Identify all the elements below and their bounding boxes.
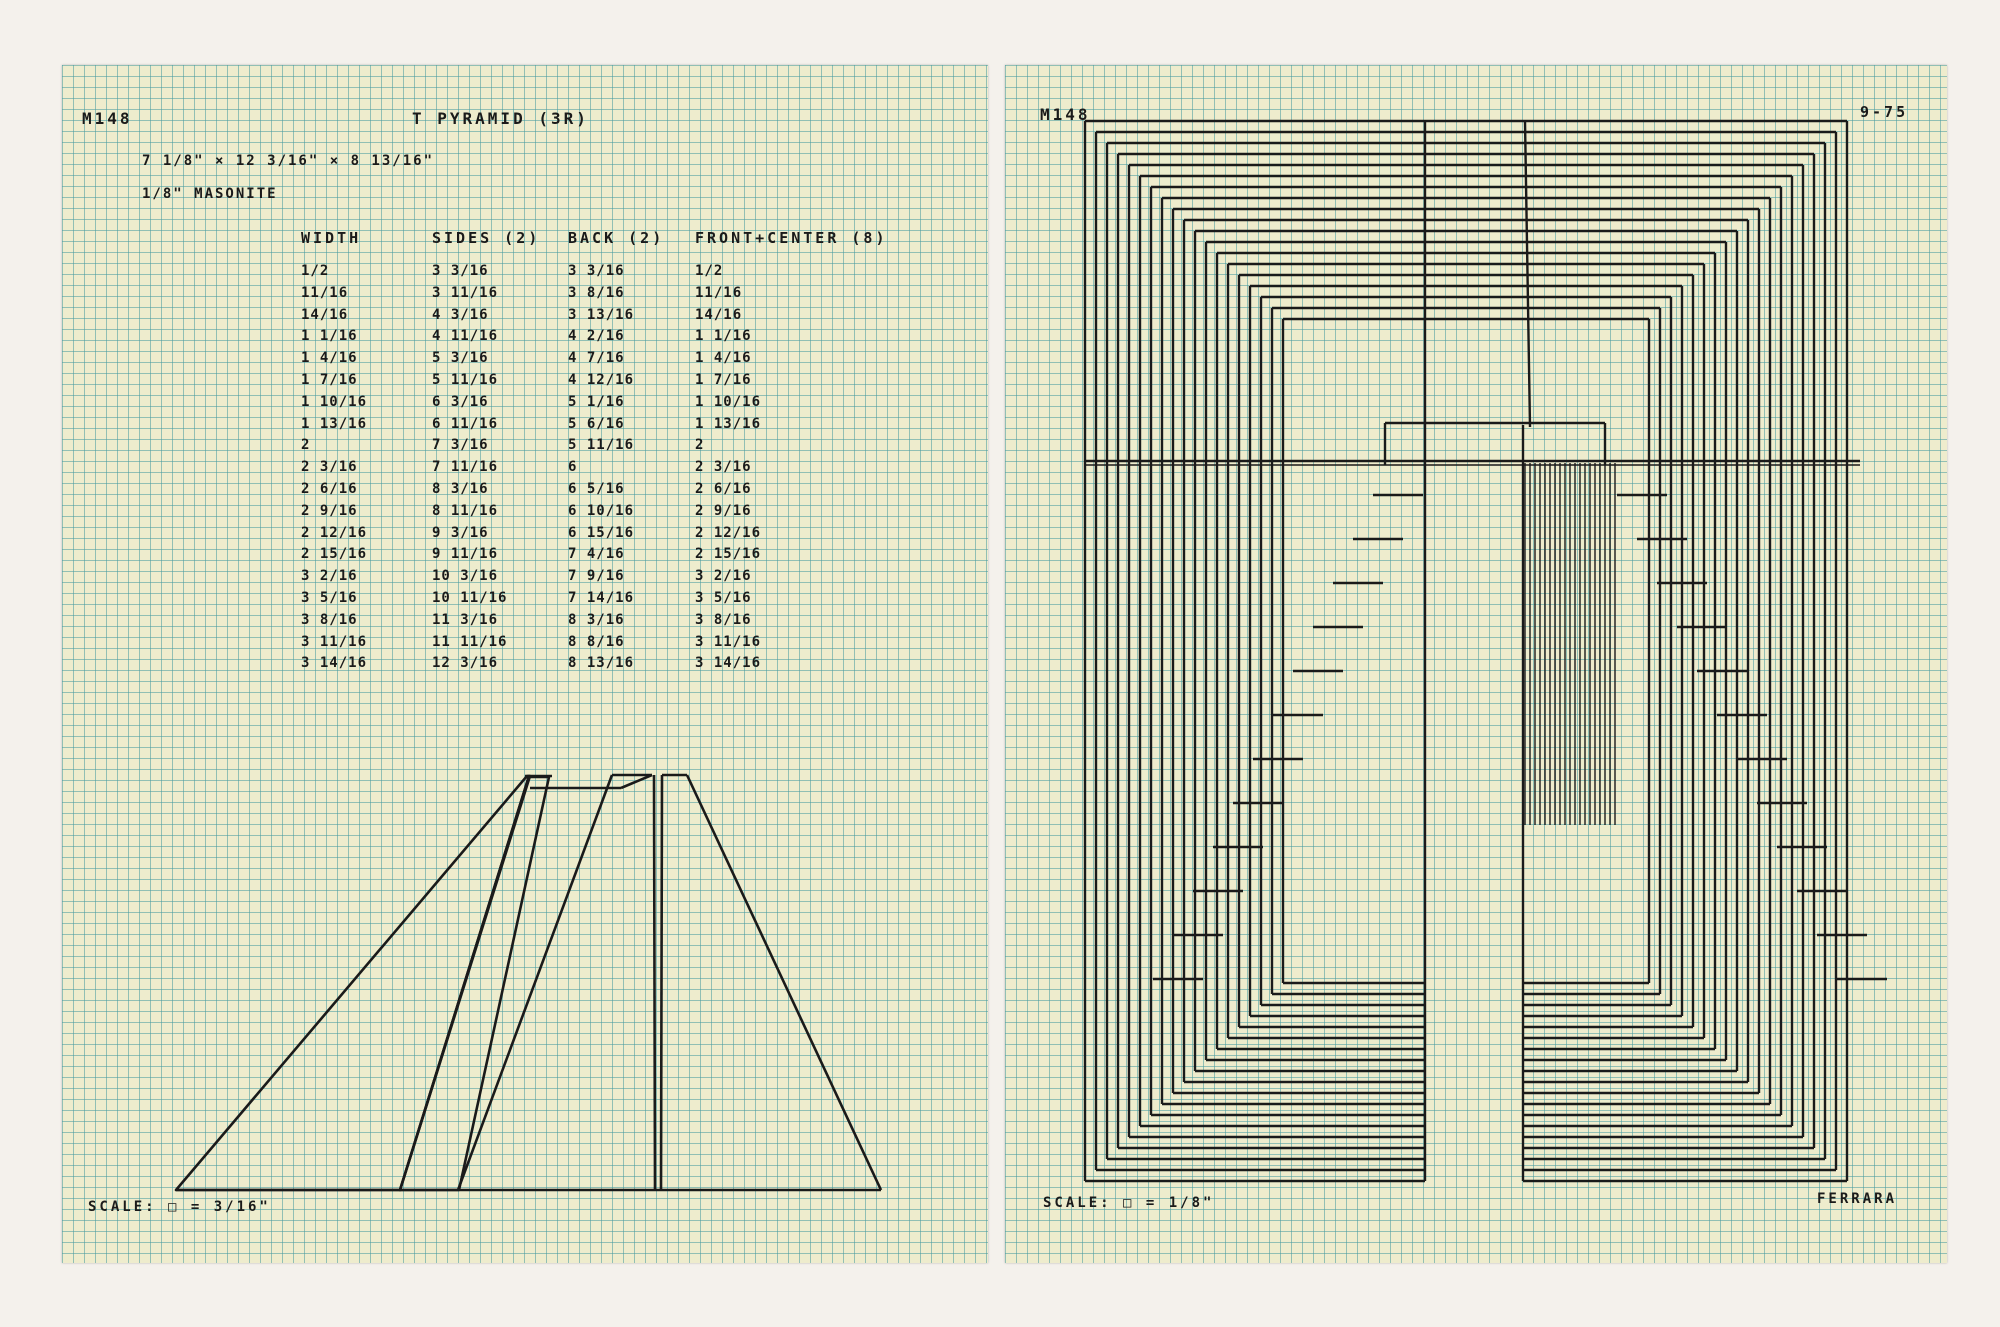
pyramid-plan-drawing bbox=[1083, 119, 1887, 1183]
pyramid-elevation-drawing bbox=[174, 773, 883, 1192]
left-graph-paper-sheet: M148 T PYRAMID (3R) 7 1/8" × 12 3/16" × … bbox=[62, 65, 988, 1263]
scale-note: SCALE: □ = 1/8" bbox=[1043, 1195, 1215, 1211]
scale-note: SCALE: □ = 3/16" bbox=[88, 1199, 271, 1215]
right-graph-paper-sheet: M148 9-75 SCALE: □ = 1/8" FERRARA bbox=[1005, 65, 1947, 1263]
artist-signature: FERRARA bbox=[1817, 1191, 1898, 1207]
